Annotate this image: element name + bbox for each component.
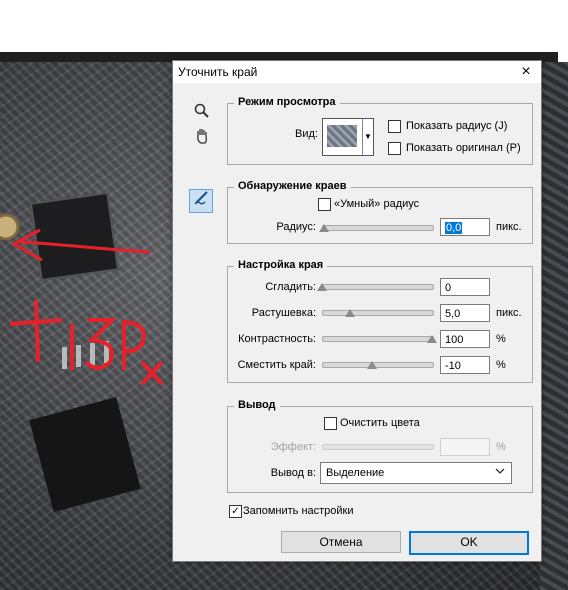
decontaminate-checkbox[interactable] [324,417,337,430]
red-px-letters [122,319,164,386]
red-plus-sign [9,299,63,363]
remember-settings-checkbox[interactable]: ✓ [229,505,242,518]
red-arrow-shaft [19,240,151,254]
shift-edge-label: Сместить край: [237,359,316,371]
contrast-slider[interactable] [322,336,434,342]
view-preview-dropdown[interactable]: ▼ [322,118,374,156]
adjust-edge-group: Настройка края Сгладить: 0 Растушевка: 5… [227,259,533,383]
output-to-dropdown[interactable]: Выделение [320,462,512,484]
output-title: Вывод [234,399,280,411]
dialog-title: Уточнить край [178,65,258,79]
canvas-right-edge [540,62,568,590]
shift-edge-unit: % [496,359,506,371]
feather-label: Растушевка: [251,307,316,319]
effect-input [440,438,490,456]
smooth-slider-thumb[interactable] [317,283,327,291]
view-thumbnail [327,125,357,147]
view-label: Вид: [295,128,318,140]
show-original-checkbox[interactable] [388,142,401,155]
cancel-button[interactable]: Отмена [281,531,401,553]
effect-unit: % [496,441,506,453]
view-mode-group: Режим просмотра Вид: ▼ Показать радиус (… [227,96,533,165]
remember-settings-label: Запомнить настройки [243,505,354,517]
smooth-input[interactable]: 0 [440,278,490,296]
smooth-slider[interactable] [322,284,434,290]
contrast-input[interactable]: 100 [440,330,490,348]
output-to-value: Выделение [326,467,385,479]
contrast-label: Контрастность: [238,333,316,345]
edge-detection-title: Обнаружение краев [234,180,351,192]
refine-brush-icon[interactable] [189,189,213,213]
refine-edge-dialog: Уточнить край × Режим просмотра Вид: ▼ П… [172,60,542,562]
show-radius-label: Показать радиус (J) [406,120,508,132]
radius-label: Радиус: [276,221,316,233]
dialog-titlebar: Уточнить край × [173,61,541,83]
zoom-icon[interactable] [191,103,213,125]
feather-unit: пикс. [496,307,522,319]
radius-slider-thumb[interactable] [319,224,329,232]
close-icon[interactable]: × [517,63,535,81]
show-radius-checkbox[interactable] [388,120,401,133]
view-mode-title: Режим просмотра [234,96,340,108]
show-original-label: Показать оригинал (P) [406,142,521,154]
smart-radius-label: «Умный» радиус [334,198,420,210]
effect-label: Эффект: [270,441,316,453]
contrast-slider-thumb[interactable] [427,335,437,343]
decontaminate-label: Очистить цвета [340,417,420,429]
contrast-unit: % [496,333,506,345]
feather-slider[interactable] [322,310,434,316]
red-arrow-head [10,228,43,262]
feather-slider-thumb[interactable] [344,309,355,317]
edge-detection-group: Обнаружение краев «Умный» радиус Радиус:… [227,180,533,244]
output-to-label: Вывод в: [270,467,316,479]
smooth-label: Сгладить: [265,281,316,293]
effect-slider [322,444,434,450]
ok-button[interactable]: OK [409,531,529,555]
annotation-layer [0,213,164,386]
view-dropdown-arrow-icon: ▼ [362,119,373,155]
shift-edge-slider-thumb[interactable] [366,361,377,369]
smart-radius-checkbox[interactable] [318,198,331,211]
radius-slider[interactable] [322,225,434,231]
radius-input[interactable]: 0,0 [440,218,490,236]
chevron-down-icon [495,466,505,479]
output-group: Вывод Очистить цвета Эффект: % Вывод в: … [227,399,533,493]
adjust-edge-title: Настройка края [234,259,328,271]
red-digits [70,318,117,370]
solder-pad [0,213,20,241]
top-bar [0,0,568,52]
radius-unit: пикс. [496,221,522,233]
feather-input[interactable]: 5,0 [440,304,490,322]
shift-edge-input[interactable]: -10 [440,356,490,374]
hand-icon[interactable] [191,127,213,149]
shift-edge-slider[interactable] [322,362,434,368]
